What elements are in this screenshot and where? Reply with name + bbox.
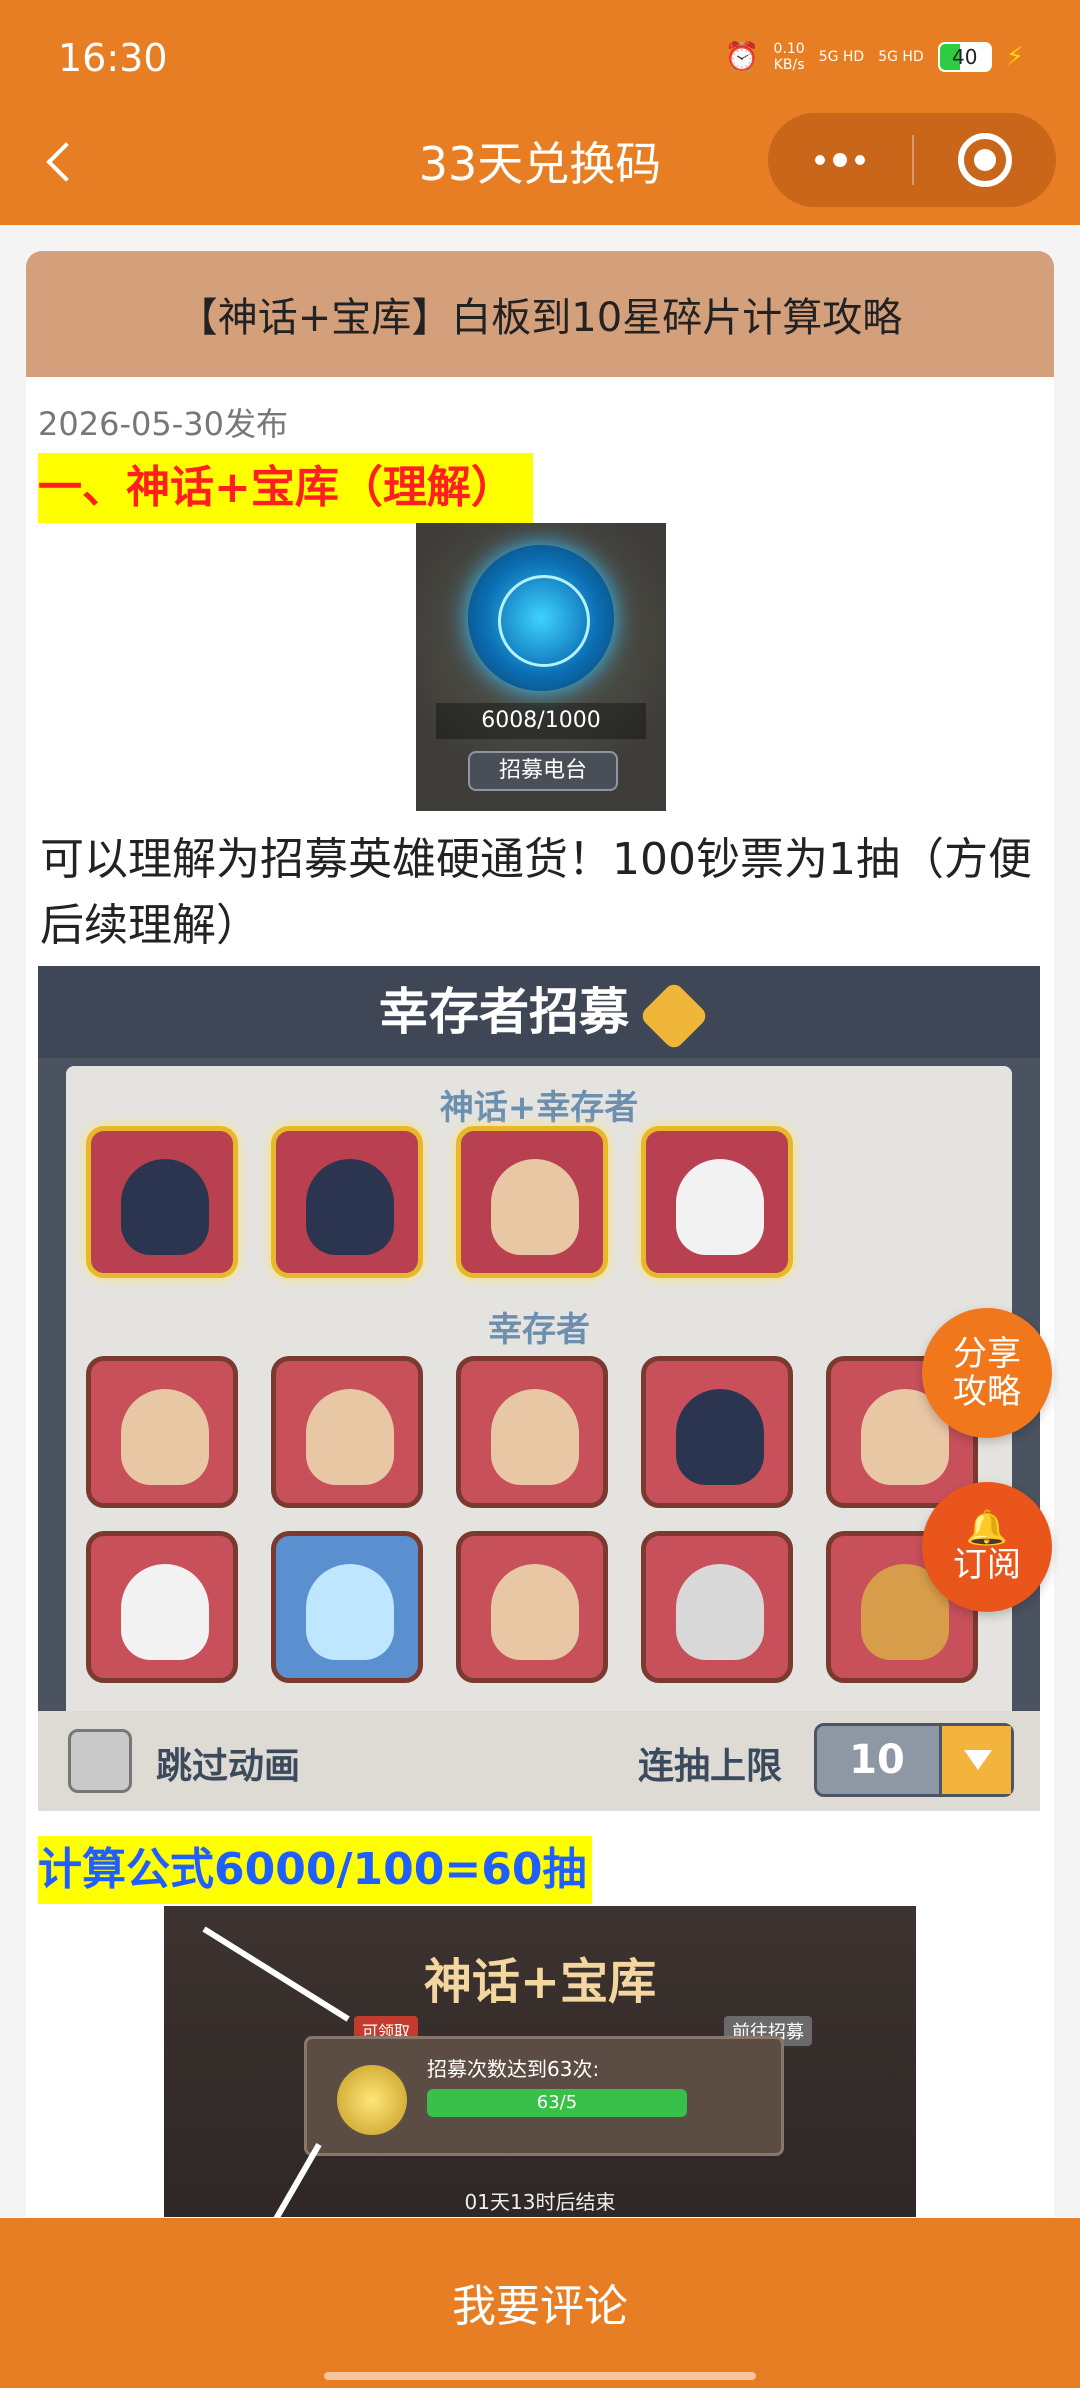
article-card: 【神话+宝库】白板到10星碎片计算攻略 2026-05-30发布 一、神话+宝库… (26, 251, 1054, 2217)
vault-coin-icon (337, 2065, 407, 2135)
signal-1: 5G HD (818, 48, 865, 65)
recruit-radio-image[interactable]: 6008/1000 招募电台 (416, 523, 666, 811)
target-close-icon (958, 133, 1012, 187)
more-button[interactable] (768, 113, 912, 207)
share-guide-button[interactable]: 分享 攻略 (922, 1308, 1052, 1438)
hero-portrait (86, 1531, 238, 1683)
paragraph: 可以理解为招募英雄硬通货！100钞票为1抽（方便后续理解） (40, 834, 1032, 951)
recruit-panel: 神话+幸存者 幸存者 (66, 1066, 1012, 1756)
radio-count: 6008/1000 (436, 703, 646, 739)
section1-heading: 一、神话+宝库（理解） (38, 453, 533, 523)
comment-bar[interactable]: 我要评论 (0, 2218, 1080, 2388)
section-myth-label: 神话+幸存者 (439, 1088, 639, 1128)
hero-portrait (641, 1126, 793, 1278)
draw-limit-value: 10 (849, 1737, 905, 1783)
hero-portrait (271, 1356, 423, 1508)
skip-animation-label: 跳过动画 (156, 1746, 301, 1787)
charging-icon: ⚡ (1005, 41, 1024, 72)
hero-portrait (86, 1126, 238, 1278)
hero-portrait (456, 1356, 608, 1508)
hero-portrait (271, 1126, 423, 1278)
bell-icon: 🔔 (965, 1508, 1009, 1548)
radio-button-label: 招募电台 (468, 751, 618, 791)
hero-portrait (271, 1531, 423, 1683)
publish-date: 2026-05-30发布 (38, 405, 288, 443)
article-title: 【神话+宝库】白板到10星碎片计算攻略 (26, 251, 1054, 377)
hero-portrait (456, 1531, 608, 1683)
radio-clock-icon (468, 545, 614, 691)
top-bar: 16:30 ⏰ 0.10 KB/s 5G HD 5G HD 40 ⚡ 33天兑换… (0, 0, 1080, 225)
vault-progress-bar: 63/5 (427, 2089, 687, 2117)
subscribe-button[interactable]: 🔔 订阅 (922, 1482, 1052, 1612)
formula-heading: 计算公式6000/100=60抽 (38, 1836, 593, 1904)
survivor-recruit-image[interactable]: 幸存者招募 神话+幸存者 幸存者 跳过动画 连抽上限 10 (38, 966, 1040, 1811)
vault-progress-panel: 招募次数达到63次: 63/5 (304, 2036, 784, 2156)
skip-animation-checkbox[interactable] (68, 1729, 132, 1793)
hero-portrait (456, 1126, 608, 1278)
draw-limit-label: 连抽上限 (638, 1746, 783, 1787)
close-button[interactable] (914, 113, 1056, 207)
section-normal-label: 幸存者 (488, 1310, 590, 1350)
content-area[interactable]: 【神话+宝库】白板到10星碎片计算攻略 2026-05-30发布 一、神话+宝库… (0, 225, 1080, 2217)
hero-portrait (641, 1356, 793, 1508)
alarm-icon: ⏰ (724, 40, 760, 73)
vault-goal: 招募次数达到63次: (427, 2057, 600, 2081)
battery-icon: 40 (937, 41, 992, 72)
more-dots-icon (815, 155, 825, 165)
recruit-banner: 幸存者招募 (38, 966, 1040, 1058)
hero-portrait (641, 1531, 793, 1683)
home-indicator[interactable] (324, 2372, 756, 2380)
draw-limit-select[interactable]: 10 (814, 1723, 1014, 1797)
mini-program-capsule (768, 113, 1056, 207)
recruit-bottom-bar: 跳过动画 连抽上限 10 (38, 1711, 1040, 1811)
warning-icon (638, 980, 710, 1051)
hero-portrait (86, 1356, 238, 1508)
dropdown-arrow-icon (939, 1726, 1011, 1794)
net-speed: 0.10 KB/s (773, 40, 805, 73)
status-time: 16:30 (58, 36, 168, 80)
comment-button[interactable]: 我要评论 (0, 2270, 1080, 2334)
myth-vault-image[interactable]: 神话+宝库 可领取 前往招募 招募次数达到63次: 63/5 01天13时后结束 (164, 1906, 916, 2217)
signal-2: 5G HD (878, 48, 924, 65)
status-icons: ⏰ 0.10 KB/s 5G HD 5G HD 40 ⚡ (725, 40, 1024, 73)
